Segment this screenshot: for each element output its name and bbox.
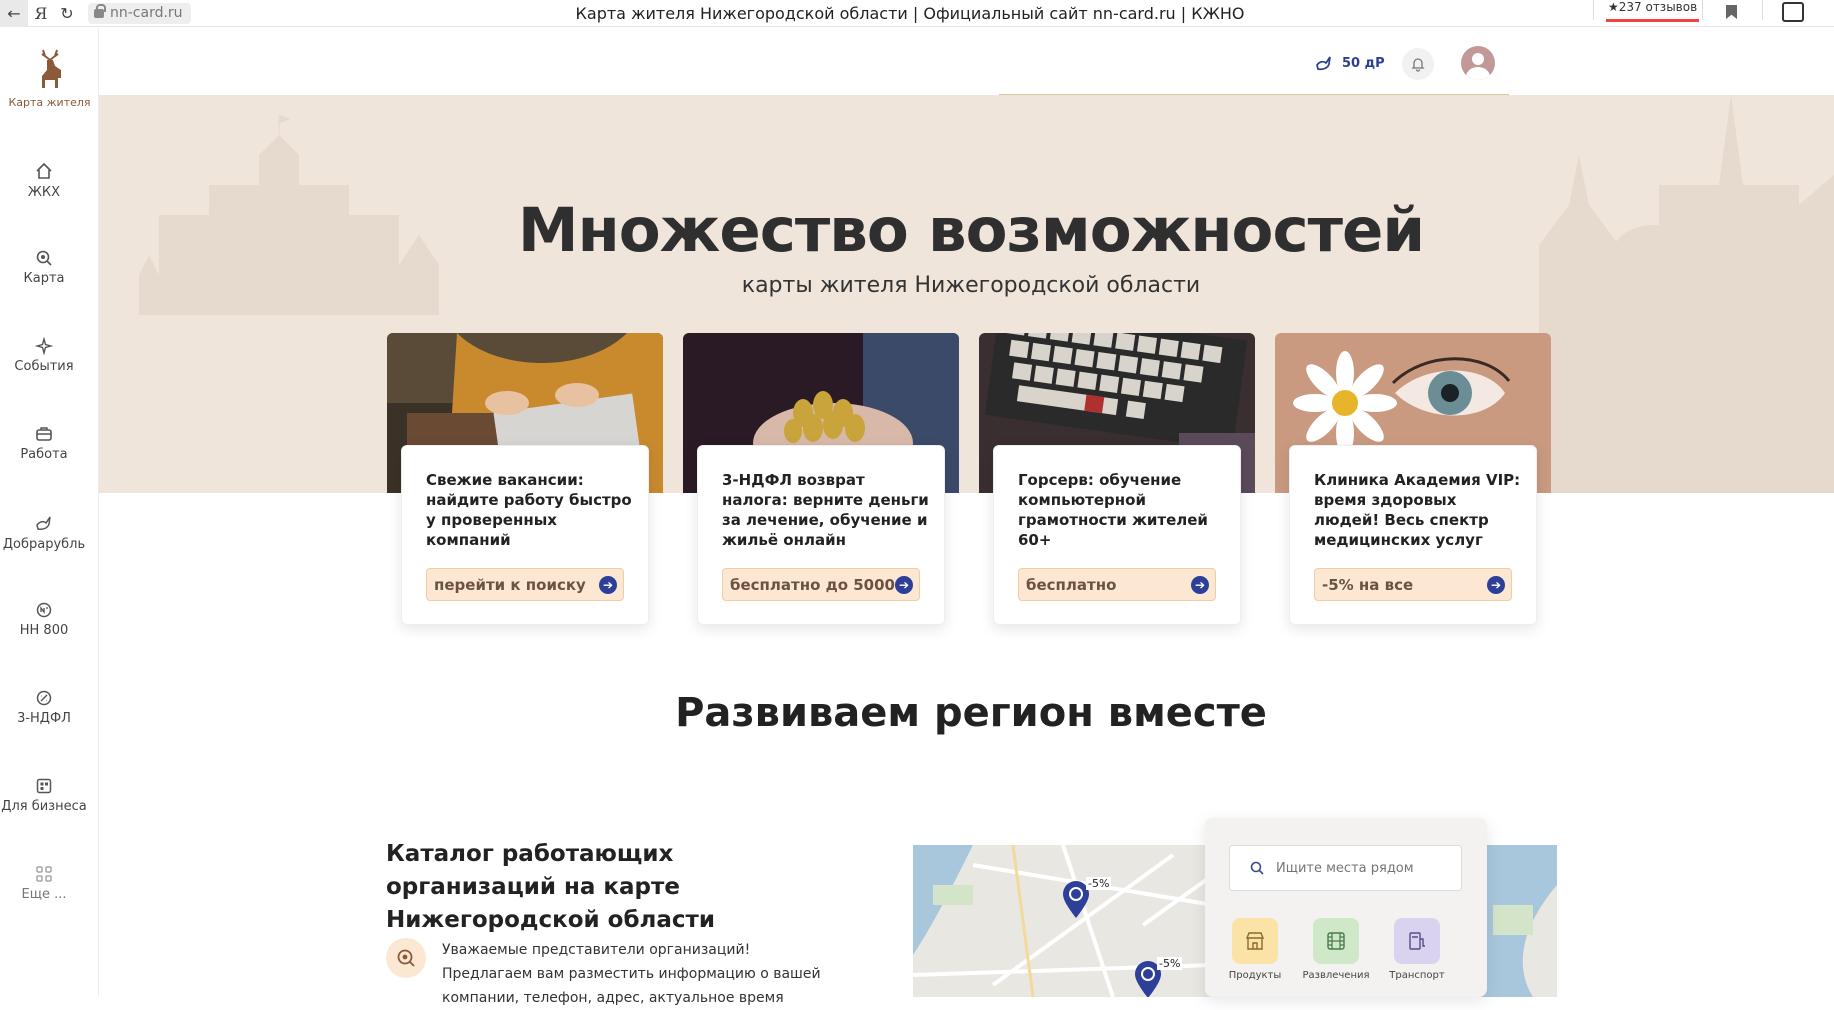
- sidebar-item-ndfl[interactable]: 3-НДФЛ: [0, 689, 88, 726]
- arrow-right-icon: ➔: [1191, 576, 1209, 594]
- map-category-label: Продукты: [1228, 970, 1282, 981]
- back-arrow-icon[interactable]: ←: [0, 0, 28, 27]
- card-title: Горсерв: обучение компьютерной грамотнос…: [1018, 471, 1208, 549]
- house-icon: [36, 162, 52, 179]
- map-search-icon: [36, 250, 52, 266]
- sidebar-item-dobrorubl[interactable]: Добрарубль: [0, 513, 88, 552]
- offer-card-clinic[interactable]: Клиника Академия VIP: время здоровых люд…: [1289, 445, 1537, 625]
- logo[interactable]: Карта жителя: [0, 48, 99, 109]
- chat-icon[interactable]: [1782, 2, 1804, 22]
- map-search-icon: [397, 949, 415, 967]
- arrow-right-icon: ➔: [1487, 576, 1505, 594]
- reload-icon[interactable]: ↻: [54, 0, 80, 27]
- shop-icon: [1232, 918, 1278, 964]
- reviews-badge[interactable]: ★237 отзывов: [1606, 0, 1700, 22]
- sidebar-item-label: Карта: [23, 271, 65, 286]
- sidebar-item-label: Работа: [20, 447, 68, 462]
- sidebar-item-label: События: [14, 359, 74, 374]
- dobrorubl-value: 50 дР: [1342, 55, 1385, 71]
- hero-title: Множество возможностей: [517, 195, 1425, 266]
- logo-label: Карта жителя: [8, 96, 91, 109]
- card-action-button[interactable]: бесплатно до 5000 ₽ ➔: [722, 568, 920, 601]
- avatar[interactable]: [1461, 46, 1495, 80]
- card-button-label: бесплатно: [1026, 575, 1117, 594]
- sidebar-item-map[interactable]: Карта: [0, 249, 88, 286]
- sidebar-item-label: Еще ...: [21, 887, 67, 902]
- sidebar-item-label: НН 800: [19, 623, 69, 638]
- map-search-input[interactable]: [1276, 860, 1446, 876]
- notifications-button[interactable]: [1402, 48, 1434, 80]
- offer-card-ndfl[interactable]: 3-НДФЛ возврат налога: верните деньги за…: [697, 445, 945, 625]
- divider: [1702, 0, 1703, 20]
- yandex-logo-icon[interactable]: Я: [28, 0, 54, 27]
- browser-toolbar: ← Я ↻ nn-card.ru Карта жителя Нижегородс…: [0, 0, 1834, 27]
- sidebar: Карта жителя ЖКХ Карта События Работа До…: [0, 28, 99, 997]
- deer-logo-icon: [40, 49, 61, 88]
- page-title-text: Карта жителя Нижегородской области | Офи…: [575, 3, 1245, 23]
- dove-icon: [36, 516, 51, 530]
- grid-icon: [36, 866, 52, 882]
- tax-icon: [36, 690, 52, 706]
- dobrorubl-balance[interactable]: 50 дР: [1314, 53, 1385, 73]
- map-category-transport[interactable]: Транспорт: [1382, 918, 1452, 981]
- card-action-button[interactable]: перейти к поиску ➔: [426, 568, 624, 601]
- map-category-entertainment[interactable]: Развлечения: [1301, 918, 1371, 981]
- card-button-label: бесплатно до 5000 ₽: [730, 575, 911, 594]
- arrow-right-icon: ➔: [599, 576, 617, 594]
- divider: [1593, 0, 1594, 20]
- sidebar-item-label: Добрарубль: [2, 537, 86, 552]
- sidebar-item-zhkh[interactable]: ЖКХ: [0, 161, 88, 200]
- fuel-icon: [1394, 918, 1440, 964]
- briefcase-icon: [36, 427, 52, 441]
- map-category-label: Развлечения: [1302, 970, 1370, 981]
- dove-icon: [1316, 56, 1331, 71]
- section-title: Развиваем регион вместе: [675, 690, 1267, 736]
- card-title: Клиника Академия VIP: время здоровых люд…: [1314, 471, 1521, 549]
- sidebar-item-more[interactable]: Еще ...: [0, 865, 88, 902]
- sidebar-item-business[interactable]: Для бизнеса: [0, 777, 88, 814]
- url-text: nn-card.ru: [110, 5, 183, 21]
- nn800-icon: [36, 602, 52, 618]
- catalog-description: Уважаемые представители организаций! Пре…: [442, 942, 821, 1006]
- sidebar-item-label: ЖКХ: [27, 185, 61, 200]
- catalog-icon-badge: [386, 938, 426, 978]
- address-bar[interactable]: nn-card.ru: [88, 2, 191, 24]
- map-search-box[interactable]: [1229, 845, 1462, 891]
- business-icon: [36, 778, 52, 794]
- map-search-panel: Продукты Развлечения Транспорт: [1205, 818, 1487, 997]
- sidebar-item-events[interactable]: События: [0, 337, 88, 374]
- hero-banner: Множество возможностей карты жителя Ниже…: [99, 95, 1834, 493]
- bell-icon: [1411, 58, 1425, 72]
- card-button-label: перейти к поиску: [434, 575, 586, 594]
- search-icon: [1250, 861, 1264, 875]
- lock-icon: [94, 3, 106, 18]
- catalog-title: Каталог работающих организаций на карте …: [386, 841, 715, 933]
- site-header: 50 дР: [99, 28, 1834, 95]
- pin-discount-label: -5%: [1157, 957, 1183, 970]
- sparkle-icon: [35, 337, 53, 355]
- sidebar-item-work[interactable]: Работа: [0, 425, 88, 462]
- bookmark-icon[interactable]: [1726, 5, 1737, 19]
- pin-discount-label: -5%: [1086, 877, 1112, 890]
- divider: [1762, 0, 1763, 20]
- offer-card-jobs[interactable]: Свежие вакансии: найдите работу быстро у…: [401, 445, 649, 625]
- sidebar-item-nn800[interactable]: НН 800: [0, 601, 88, 638]
- card-title: 3-НДФЛ возврат налога: верните деньги за…: [722, 471, 929, 549]
- arrow-right-icon: ➔: [895, 576, 913, 594]
- hero-subtitle: карты жителя Нижегородской области: [741, 273, 1201, 298]
- offer-card-gorserv[interactable]: Горсерв: обучение компьютерной грамотнос…: [993, 445, 1241, 625]
- card-action-button[interactable]: -5% на все ➔: [1314, 568, 1512, 601]
- card-button-label: -5% на все: [1322, 575, 1414, 594]
- map-category-label: Транспорт: [1389, 970, 1445, 981]
- film-icon: [1313, 918, 1359, 964]
- map-category-products[interactable]: Продукты: [1220, 918, 1290, 981]
- card-action-button[interactable]: бесплатно ➔: [1018, 568, 1216, 601]
- sidebar-item-label: 3-НДФЛ: [17, 711, 71, 726]
- card-title: Свежие вакансии: найдите работу быстро у…: [426, 471, 632, 549]
- sidebar-item-label: Для бизнеса: [1, 799, 87, 814]
